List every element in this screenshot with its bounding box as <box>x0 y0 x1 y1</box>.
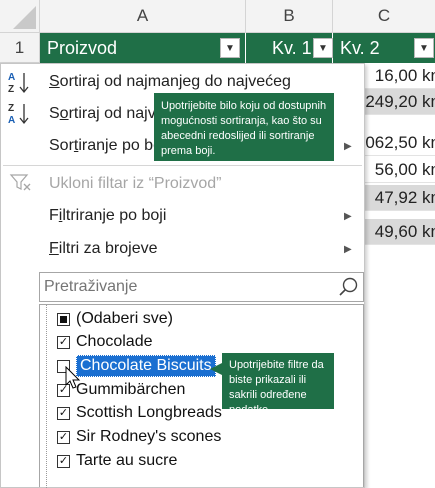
select-all-corner[interactable] <box>0 0 40 33</box>
filter-dropdown-button[interactable]: ▼ <box>414 38 434 58</box>
list-item[interactable]: ✓ Scottish Longbreads <box>57 402 222 424</box>
header-cell-label: Kv. 2 <box>340 37 380 58</box>
list-item-label-highlighted: Chocolate Biscuits <box>76 355 216 377</box>
checkbox-checked[interactable]: ✓ <box>57 430 70 444</box>
header-cell-proizvod[interactable]: Proizvod ▼ <box>40 33 246 63</box>
column-header-b[interactable]: B <box>246 0 333 33</box>
dropdown-arrow-icon: ▼ <box>419 42 429 54</box>
filter-dropdown-button[interactable]: ▼ <box>313 38 333 58</box>
menu-item-sort-descending[interactable]: Sortiraj od najv <box>49 105 156 123</box>
sort-a-to-z-icon: A Z <box>7 70 37 96</box>
search-icon[interactable] <box>338 276 360 298</box>
callout-text: Upotrijebite bilo koju od dostupnih mogu… <box>161 100 327 157</box>
svg-text:A: A <box>8 72 15 83</box>
list-item[interactable]: ✓ Tarte au sucre <box>57 450 177 472</box>
svg-text:Z: Z <box>8 84 14 95</box>
svg-text:A: A <box>8 115 15 126</box>
submenu-arrow-icon: ▶ <box>344 211 352 222</box>
checkbox-checked[interactable]: ✓ <box>57 335 70 349</box>
callout-text: Upotrijebite filtre da biste prikazali i… <box>229 359 324 416</box>
column-header-a[interactable]: A <box>40 0 246 33</box>
header-cell-kv2[interactable]: Kv. 2 ▼ <box>333 33 435 63</box>
checkbox-checked[interactable]: ✓ <box>57 406 70 420</box>
list-item[interactable]: ✓ Chocolade <box>57 331 153 353</box>
search-input[interactable] <box>44 277 324 297</box>
submenu-arrow-icon: ▶ <box>344 141 352 152</box>
mouse-cursor-icon <box>65 365 81 390</box>
menu-item-sort-ascending[interactable]: Sortiraj od najmanjeg do najvećeg <box>49 73 291 91</box>
menu-item-clear-filter[interactable]: Ukloni filtar iz “Proizvod” <box>49 175 221 193</box>
sort-tooltip-callout: Upotrijebite bilo koju od dostupnih mogu… <box>154 93 334 161</box>
submenu-arrow-icon: ▶ <box>344 244 352 255</box>
header-cell-kv1[interactable]: Kv. 1 ▼ <box>246 33 333 63</box>
search-box[interactable] <box>39 272 364 302</box>
list-item-select-all[interactable]: (Odaberi sve) <box>57 308 173 330</box>
row-header-1[interactable]: 1 <box>0 33 40 63</box>
menu-item-sort-by-color[interactable]: Sortiranje po bo <box>49 137 162 155</box>
list-item[interactable]: ✓ Sir Rodney's scones <box>57 426 221 448</box>
dropdown-arrow-icon: ▼ <box>225 42 235 54</box>
filter-dropdown-button[interactable]: ▼ <box>220 38 240 58</box>
sort-z-to-a-icon: Z A <box>7 101 37 127</box>
checkbox-partial[interactable] <box>57 312 70 326</box>
menu-separator <box>3 165 362 166</box>
column-header-c[interactable]: C <box>333 0 435 33</box>
dropdown-arrow-icon: ▼ <box>318 42 328 54</box>
menu-item-number-filters[interactable]: Filtri za brojeve <box>49 240 157 258</box>
checkbox-checked[interactable]: ✓ <box>57 454 70 468</box>
clear-filter-icon <box>9 171 33 193</box>
tree-line <box>46 305 47 488</box>
header-cell-label: Kv. 1 <box>272 37 312 58</box>
header-cell-label: Proizvod <box>47 37 118 58</box>
svg-text:Z: Z <box>8 103 14 114</box>
corner-triangle-icon <box>13 6 36 29</box>
menu-item-filter-by-color[interactable]: Filtriranje po boji <box>49 207 166 225</box>
filter-tooltip-callout: Upotrijebite filtre da biste prikazali i… <box>222 353 334 416</box>
